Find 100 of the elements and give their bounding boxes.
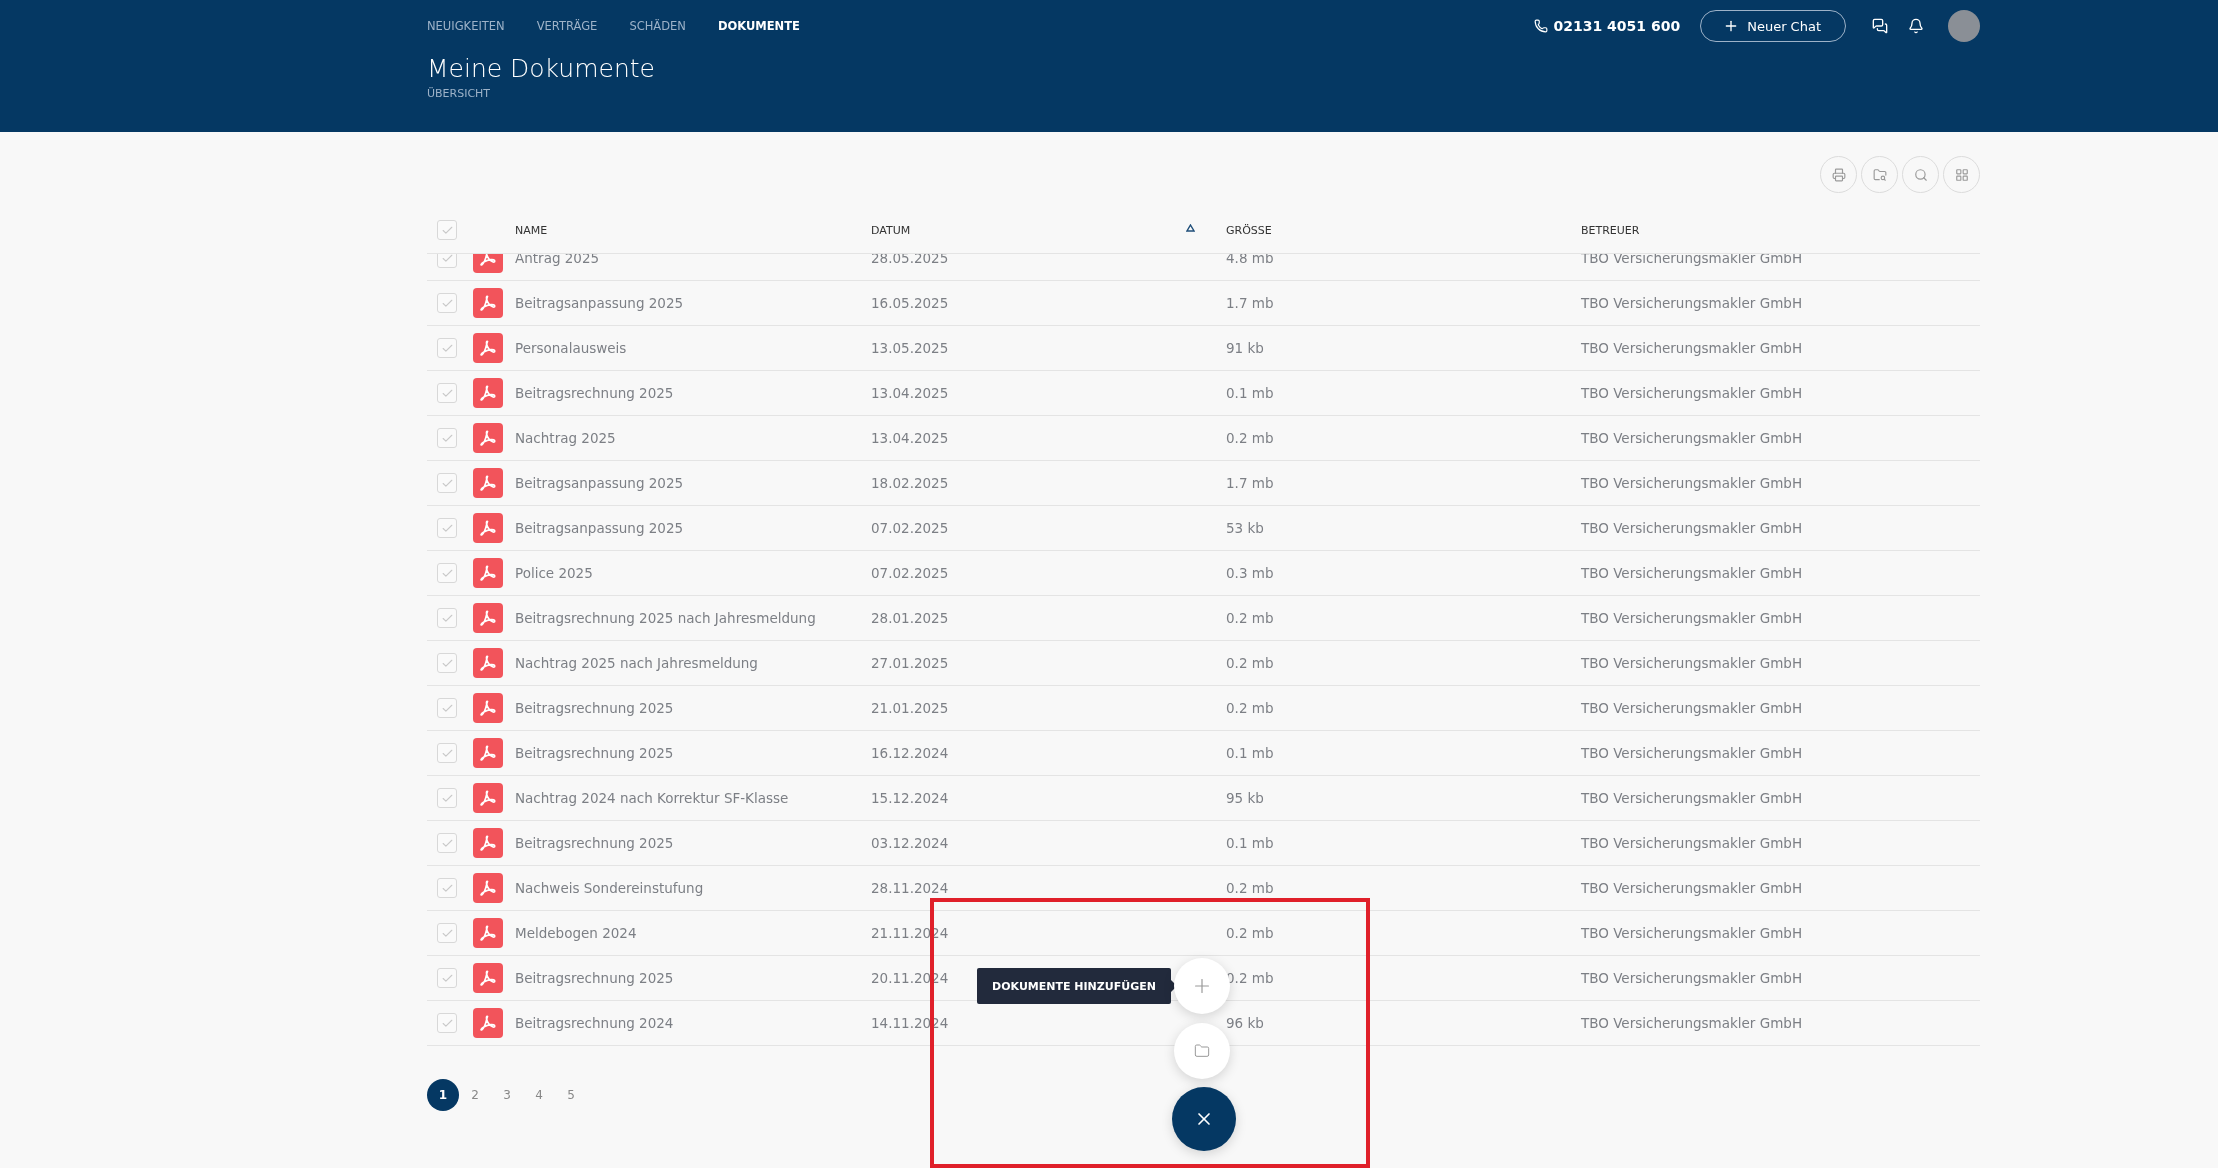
column-header[interactable]: GRÖSSE [1226, 223, 1272, 237]
row-checkbox[interactable] [437, 1013, 457, 1033]
page-button[interactable]: 2 [459, 1079, 491, 1111]
row-checkbox[interactable] [437, 878, 457, 898]
size-cell: 0.1 mb [1226, 745, 1274, 761]
page-button[interactable]: 3 [491, 1079, 523, 1111]
size-cell: 0.2 mb [1226, 925, 1274, 941]
document-name[interactable]: Beitragsanpassung 2025 [515, 475, 684, 491]
document-name[interactable]: Beitragsrechnung 2025 [515, 385, 674, 401]
nav-tab[interactable]: DOKUMENTE [717, 19, 800, 33]
pdf-file-icon [473, 738, 503, 768]
column-header[interactable]: BETREUER [1581, 223, 1640, 237]
row-checkbox[interactable] [437, 383, 457, 403]
size-cell: 1.7 mb [1226, 475, 1274, 491]
date-cell: 21.01.2025 [871, 700, 949, 716]
document-name[interactable]: Beitragsrechnung 2025 [515, 745, 674, 761]
row-checkbox[interactable] [437, 293, 457, 313]
document-name[interactable]: Beitragsrechnung 2025 [515, 970, 674, 986]
row-checkbox[interactable] [437, 833, 457, 853]
row-checkbox[interactable] [437, 518, 457, 538]
size-cell: 1.7 mb [1226, 295, 1274, 311]
phone-link[interactable]: 02131 4051 600 [1533, 18, 1681, 34]
row-checkbox[interactable] [437, 743, 457, 763]
notifications-button[interactable] [1908, 18, 1924, 34]
pdf-file-icon [473, 513, 503, 543]
nav-tab[interactable]: NEUIGKEITEN [427, 19, 505, 33]
advisor-cell: TBO Versicherungsmakler GmbH [1581, 385, 1803, 401]
row-checkbox[interactable] [437, 923, 457, 943]
document-name[interactable]: Meldebogen 2024 [515, 925, 637, 941]
pdf-file-icon [473, 603, 503, 633]
page-button[interactable]: 5 [555, 1079, 587, 1111]
document-name[interactable]: Beitragsanpassung 2025 [515, 295, 684, 311]
document-name[interactable]: Nachtrag 2024 nach Korrektur SF-Klasse [515, 790, 789, 806]
advisor-cell: TBO Versicherungsmakler GmbH [1581, 475, 1803, 491]
pdf-file-icon [473, 378, 503, 408]
pdf-file-icon [473, 918, 503, 948]
size-cell: 0.1 mb [1226, 385, 1274, 401]
pdf-file-icon [473, 558, 503, 588]
nav-tab[interactable]: SCHÄDEN [629, 19, 686, 33]
date-cell: 13.05.2025 [871, 340, 949, 356]
row-checkbox[interactable] [437, 968, 457, 988]
advisor-cell: TBO Versicherungsmakler GmbH [1581, 655, 1803, 671]
print-button[interactable] [1820, 156, 1857, 193]
row-checkbox[interactable] [437, 473, 457, 493]
advisor-cell: TBO Versicherungsmakler GmbH [1581, 430, 1803, 446]
nav-tab[interactable]: VERTRÄGE [536, 19, 598, 33]
select-all-checkbox[interactable] [437, 220, 457, 240]
column-header[interactable]: NAME [515, 223, 548, 237]
document-name[interactable]: Beitragsrechnung 2025 nach Jahresmeldung [515, 610, 816, 626]
advisor-cell: TBO Versicherungsmakler GmbH [1581, 340, 1803, 356]
size-cell: 0.3 mb [1226, 565, 1274, 581]
printer-icon [1831, 167, 1846, 182]
advisor-cell: TBO Versicherungsmakler GmbH [1581, 925, 1803, 941]
row-checkbox[interactable] [437, 338, 457, 358]
document-name[interactable]: Beitragsanpassung 2025 [515, 520, 684, 536]
page-button[interactable]: 4 [523, 1079, 555, 1111]
document-name[interactable]: Personalausweis [515, 340, 627, 356]
advisor-cell: TBO Versicherungsmakler GmbH [1581, 835, 1803, 851]
row-checkbox[interactable] [437, 788, 457, 808]
document-name[interactable]: Nachweis Sondereinstufung [515, 880, 704, 896]
row-checkbox[interactable] [437, 428, 457, 448]
row-checkbox[interactable] [437, 563, 457, 583]
row-checkbox[interactable] [437, 698, 457, 718]
check-icon [440, 254, 454, 265]
document-name[interactable]: Beitragsrechnung 2024 [515, 1015, 674, 1031]
size-cell: 0.2 mb [1226, 655, 1274, 671]
advisor-cell: TBO Versicherungsmakler GmbH [1581, 295, 1803, 311]
advisor-cell: TBO Versicherungsmakler GmbH [1581, 520, 1803, 536]
search-button[interactable] [1902, 156, 1939, 193]
row-checkbox[interactable] [437, 653, 457, 673]
date-cell: 15.12.2024 [871, 790, 949, 806]
grid-view-button[interactable] [1943, 156, 1980, 193]
pdf-file-icon [473, 783, 503, 813]
size-cell: 91 kb [1226, 340, 1264, 356]
folder-search-button[interactable] [1861, 156, 1898, 193]
page-button[interactable]: 1 [427, 1079, 459, 1111]
document-name[interactable]: Police 2025 [515, 565, 593, 581]
size-cell: 0.1 mb [1226, 835, 1274, 851]
document-name[interactable]: Nachtrag 2025 nach Jahresmeldung [515, 655, 758, 671]
page-subtitle: ÜBERSICHT [427, 87, 492, 100]
chat-icon [1872, 18, 1888, 34]
close-button[interactable] [1172, 1087, 1236, 1151]
pdf-file-icon [473, 873, 503, 903]
document-name[interactable]: Nachtrag 2025 [515, 430, 616, 446]
advisor-cell: TBO Versicherungsmakler GmbH [1581, 1015, 1803, 1031]
document-name[interactable]: Beitragsrechnung 2025 [515, 700, 674, 716]
avatar[interactable] [1948, 10, 1980, 42]
document-name[interactable]: Beitragsrechnung 2025 [515, 835, 674, 851]
size-cell: 0.2 mb [1226, 880, 1274, 896]
size-cell: 53 kb [1226, 520, 1264, 536]
chat-button[interactable] [1872, 18, 1888, 34]
column-header[interactable]: DATUM [871, 223, 911, 237]
size-cell: 0.2 mb [1226, 700, 1274, 716]
grid-icon [1954, 167, 1969, 182]
row-checkbox[interactable] [437, 254, 457, 268]
advisor-cell: TBO Versicherungsmakler GmbH [1581, 610, 1803, 626]
sort-icon[interactable] [1186, 223, 1195, 232]
row-checkbox[interactable] [437, 608, 457, 628]
advisor-cell: TBO Versicherungsmakler GmbH [1581, 790, 1803, 806]
pdf-file-icon [473, 963, 503, 993]
